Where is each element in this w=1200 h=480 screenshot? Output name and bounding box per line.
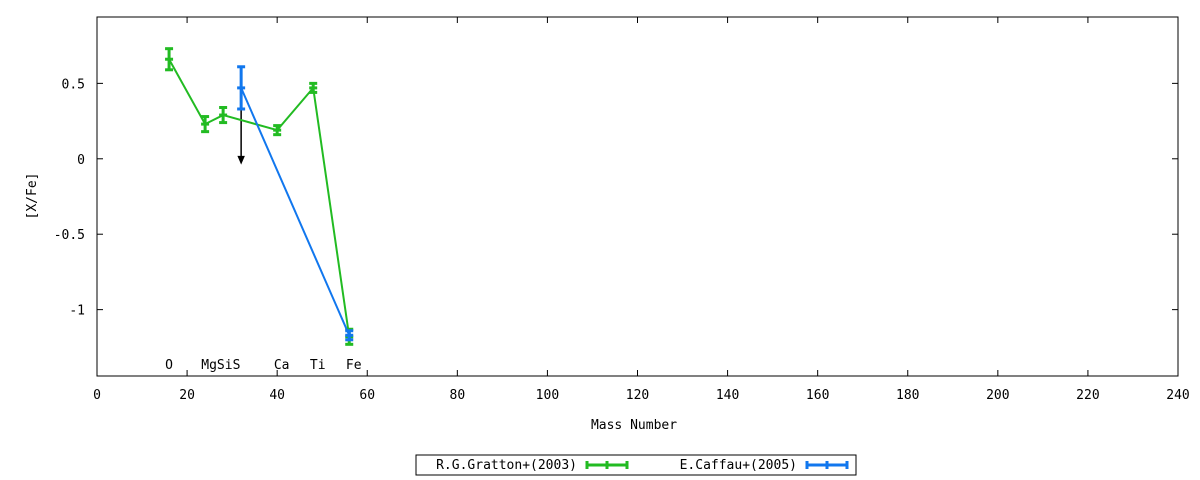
y-tick-label: -0.5 — [54, 228, 85, 243]
x-tick-label: 220 — [1076, 388, 1099, 403]
x-tick-label: 180 — [896, 388, 919, 403]
legend-label-caffau: E.Caffau+(2005) — [680, 458, 797, 473]
x-tick-label: 80 — [450, 388, 466, 403]
x-tick-label: 0 — [93, 388, 101, 403]
element-label: Ti — [310, 358, 326, 373]
series-line — [168, 58, 351, 337]
legend: R.G.Gratton+(2003) E.Caffau+(2005) — [415, 454, 857, 476]
series-layer — [165, 47, 354, 346]
chart: 0 20 40 60 80 100 120 140 160 180 200 220 240 0.5 0 -0.… — [25, 16, 1190, 476]
y-tick-label: 0 — [77, 153, 85, 168]
x-tick-label: 120 — [626, 388, 649, 403]
x-tick-label: 200 — [986, 388, 1009, 403]
series-line — [240, 87, 351, 336]
x-tick-label: 100 — [536, 388, 559, 403]
element-label: O — [165, 358, 173, 373]
x-tick-label: 20 — [179, 388, 195, 403]
upper-limit-arrowhead — [237, 155, 245, 165]
plot-frame — [96, 16, 1179, 377]
x-tick-label: 160 — [806, 388, 829, 403]
y-axis-label: [X/Fe] — [25, 173, 40, 220]
x-tick-label: 40 — [269, 388, 285, 403]
x-tick-label: 140 — [716, 388, 739, 403]
x-axis-label: Mass Number — [591, 418, 677, 433]
series-0 — [165, 47, 354, 346]
ticks-layer — [96, 17, 1179, 376]
legend-label-gratton: R.G.Gratton+(2003) — [436, 458, 577, 473]
x-tick-label: 60 — [359, 388, 375, 403]
y-tick-label: 0.5 — [62, 77, 85, 92]
element-label: MgSiS — [201, 358, 240, 373]
labels-layer: 0 20 40 60 80 100 120 140 160 180 200 220 240 0.5 0 -0.… — [54, 77, 1190, 403]
element-label: Ca — [274, 358, 290, 373]
y-tick-label: -1 — [69, 304, 85, 319]
x-tick-label: 240 — [1166, 388, 1189, 403]
element-label: Fe — [346, 358, 362, 373]
